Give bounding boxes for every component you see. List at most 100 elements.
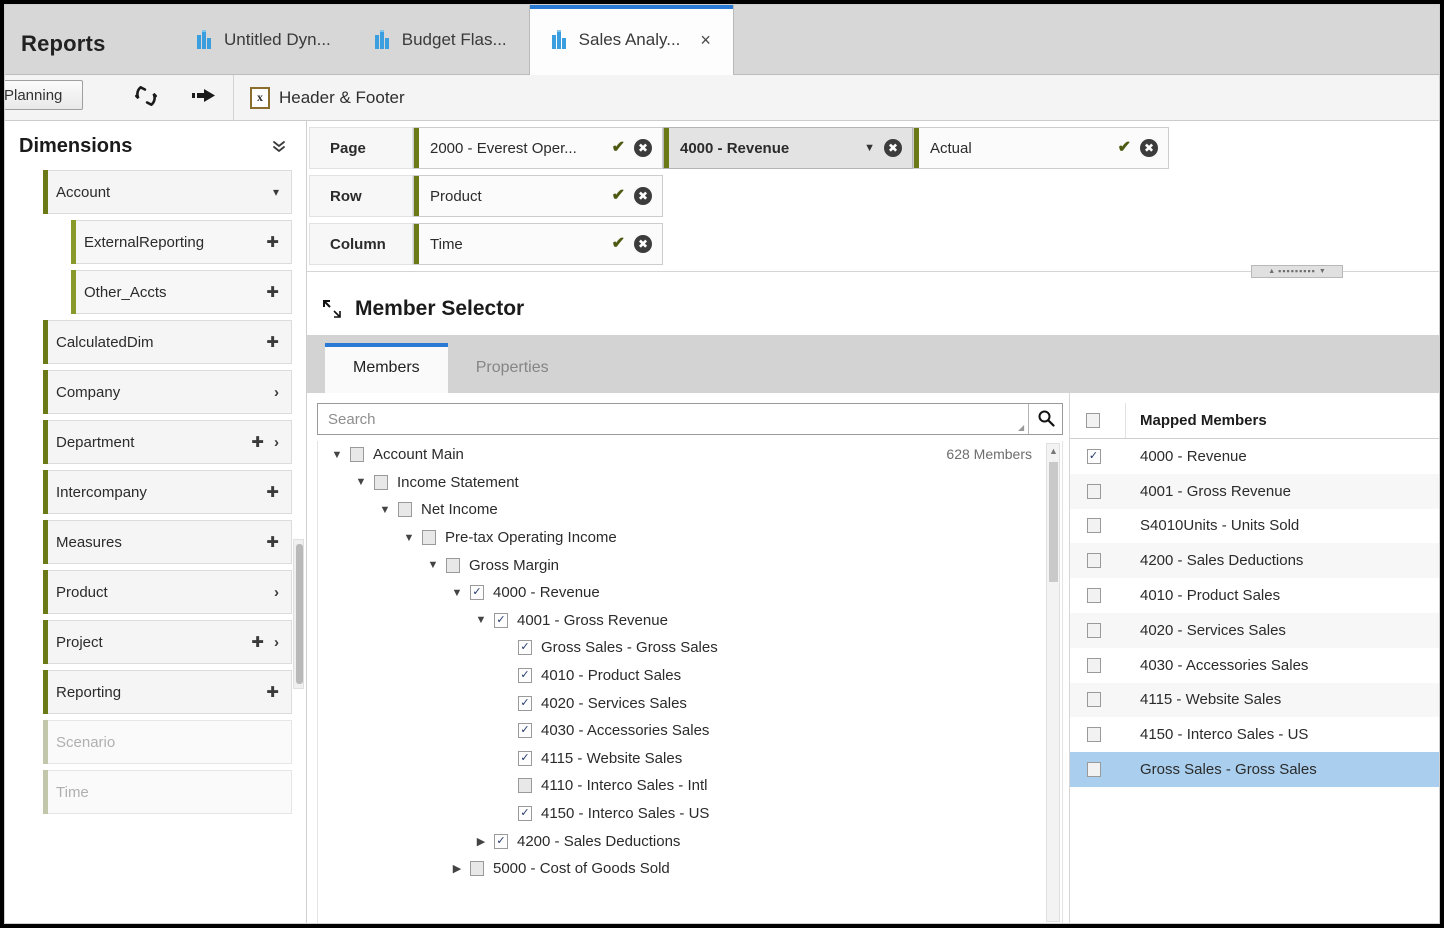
clear-icon[interactable]: ✖ [634,139,652,157]
mapped-member-row-4[interactable]: 4010 - Product Sales [1070,578,1439,613]
dimension-item-7[interactable]: Measures ✚ [43,520,292,564]
chevron-down-icon[interactable]: ▼ [864,142,875,154]
dimension-item-6[interactable]: Intercompany ✚ [43,470,292,514]
restore-window-icon[interactable] [321,298,343,320]
chevron-right-icon[interactable]: › [274,585,279,600]
mapped-member-checkbox-cell[interactable] [1070,588,1126,604]
mapped-member-checkbox[interactable] [1086,518,1101,534]
member-tree-checkbox[interactable] [350,447,364,463]
move-handle-icon[interactable]: ✚ [266,685,279,700]
clear-icon[interactable]: ✖ [634,187,652,205]
dimension-item-9[interactable]: Project ✚ › [43,620,292,664]
move-handle-icon[interactable]: ✚ [266,485,279,500]
chevron-down-icon[interactable]: ▼ [348,476,374,488]
chevron-right-icon[interactable]: ▶ [444,862,470,875]
header-footer-button[interactable]: x Header & Footer [234,75,421,121]
dimension-item-10[interactable]: Reporting ✚ [43,670,292,714]
member-tree-row-13[interactable]: ✓ 4150 - Interco Sales - US [318,800,1062,828]
mapped-member-row-9[interactable]: Gross Sales - Gross Sales [1070,752,1439,787]
pov-field-1-0[interactable]: Product ✔ ✖ [413,175,663,217]
refresh-button[interactable] [117,75,175,121]
member-tree-checkbox[interactable] [422,530,436,546]
clear-icon[interactable]: ✖ [884,139,902,157]
member-tree-checkbox[interactable] [374,474,388,490]
move-handle-icon[interactable]: ✚ [251,435,264,450]
member-tree-row-14[interactable]: ▶ ✓ 4200 - Sales Deductions [318,827,1062,855]
chevron-down-icon[interactable]: ▼ [396,532,422,544]
member-tree-row-3[interactable]: ▼ Pre-tax Operating Income [318,524,1062,552]
member-tree-checkbox[interactable] [398,502,412,518]
dimension-item-1[interactable]: ExternalReporting ✚ [71,220,292,264]
member-tree-row-5[interactable]: ▼ ✓ 4000 - Revenue [318,579,1062,607]
chevron-down-icon[interactable]: ▼ [444,587,470,599]
move-handle-icon[interactable]: ✚ [266,535,279,550]
mapped-member-checkbox-cell[interactable] [1070,762,1126,778]
mapped-member-row-0[interactable]: ✓ 4000 - Revenue [1070,439,1439,474]
member-tree-row-11[interactable]: ✓ 4115 - Website Sales [318,745,1062,773]
confirm-check-icon[interactable]: ✔ [612,236,625,252]
member-tree-row-7[interactable]: ✓ Gross Sales - Gross Sales [318,634,1062,662]
select-all-cell[interactable] [1070,403,1126,438]
move-handle-icon[interactable]: ✚ [266,335,279,350]
mapped-member-checkbox-cell[interactable] [1070,657,1126,673]
run-button[interactable] [175,75,233,121]
mapped-member-checkbox[interactable] [1086,762,1101,778]
mapped-member-checkbox-cell[interactable] [1070,622,1126,638]
chevron-right-icon[interactable]: › [274,635,279,650]
scroll-up-arrow-icon[interactable]: ▲ [1049,446,1058,456]
dimension-item-4[interactable]: Company › [43,370,292,414]
close-icon[interactable]: × [700,31,711,49]
member-tree-checkbox[interactable]: ✓ [518,750,532,766]
pov-field-0-1[interactable]: 4000 - Revenue ▼ ✖ [663,127,913,169]
member-tree-row-6[interactable]: ▼ ✓ 4001 - Gross Revenue [318,607,1062,635]
member-tree-row-12[interactable]: 4110 - Interco Sales - Intl [318,772,1062,800]
member-tree-checkbox[interactable]: ✓ [518,723,532,739]
member-tree-checkbox[interactable]: ✓ [518,806,532,822]
mapped-member-checkbox-cell[interactable]: ✓ [1070,448,1126,464]
chevron-down-icon[interactable]: ▼ [372,504,398,516]
select-all-checkbox[interactable] [1086,413,1100,428]
chevron-double-down-icon[interactable] [270,139,288,155]
report-tab-1[interactable]: Budget Flas... [353,5,529,75]
member-tree-scrollbar-thumb[interactable] [1049,462,1058,582]
dimensions-scrollbar[interactable] [293,539,304,689]
chevron-right-icon[interactable]: › [274,385,279,400]
mapped-member-row-5[interactable]: 4020 - Services Sales [1070,612,1439,648]
report-tab-2[interactable]: Sales Analy... × [528,5,734,75]
confirm-check-icon[interactable]: ✔ [612,188,625,204]
clear-icon[interactable]: ✖ [634,235,652,253]
clear-icon[interactable]: ✖ [1140,139,1158,157]
mapped-member-row-1[interactable]: 4001 - Gross Revenue [1070,473,1439,509]
chevron-down-icon[interactable]: ▼ [420,559,446,571]
mapped-member-row-7[interactable]: 4115 - Website Sales [1070,682,1439,718]
member-tree-checkbox[interactable]: ✓ [470,585,484,601]
move-handle-icon[interactable]: ✚ [251,635,264,650]
dimension-item-5[interactable]: Department ✚ › [43,420,292,464]
member-tree-checkbox[interactable]: ✓ [518,640,532,656]
member-tree-row-8[interactable]: ✓ 4010 - Product Sales [318,662,1062,690]
move-handle-icon[interactable]: ✚ [266,285,279,300]
search-button[interactable] [1028,404,1062,434]
mapped-member-checkbox-cell[interactable] [1070,692,1126,708]
member-tree-checkbox[interactable]: ✓ [494,833,508,849]
planning-button[interactable]: Planning [5,80,83,110]
dimensions-scrollbar-thumb[interactable] [296,544,303,684]
search-input[interactable] [318,404,1018,434]
mapped-member-checkbox[interactable] [1086,483,1101,499]
member-tree-checkbox[interactable] [470,861,484,877]
dimension-item-3[interactable]: CalculatedDim ✚ [43,320,292,364]
dimension-item-8[interactable]: Product › [43,570,292,614]
member-tree-row-10[interactable]: ✓ 4030 - Accessories Sales [318,717,1062,745]
pov-field-2-0[interactable]: Time ✔ ✖ [413,223,663,265]
confirm-check-icon[interactable]: ✔ [1118,140,1131,156]
chevron-right-icon[interactable]: ▶ [468,835,494,848]
pov-field-0-0[interactable]: 2000 - Everest Oper... ✔ ✖ [413,127,663,169]
mapped-member-checkbox[interactable] [1086,692,1101,708]
member-tree-checkbox[interactable] [518,778,532,794]
chevron-down-icon[interactable]: ▼ [324,449,350,461]
mapped-member-row-6[interactable]: 4030 - Accessories Sales [1070,648,1439,683]
mapped-member-checkbox-cell[interactable] [1070,553,1126,569]
member-tree-row-4[interactable]: ▼ Gross Margin [318,551,1062,579]
member-selector-tab-1[interactable]: Properties [448,343,577,393]
chevron-down-icon[interactable]: ▼ [468,614,494,626]
